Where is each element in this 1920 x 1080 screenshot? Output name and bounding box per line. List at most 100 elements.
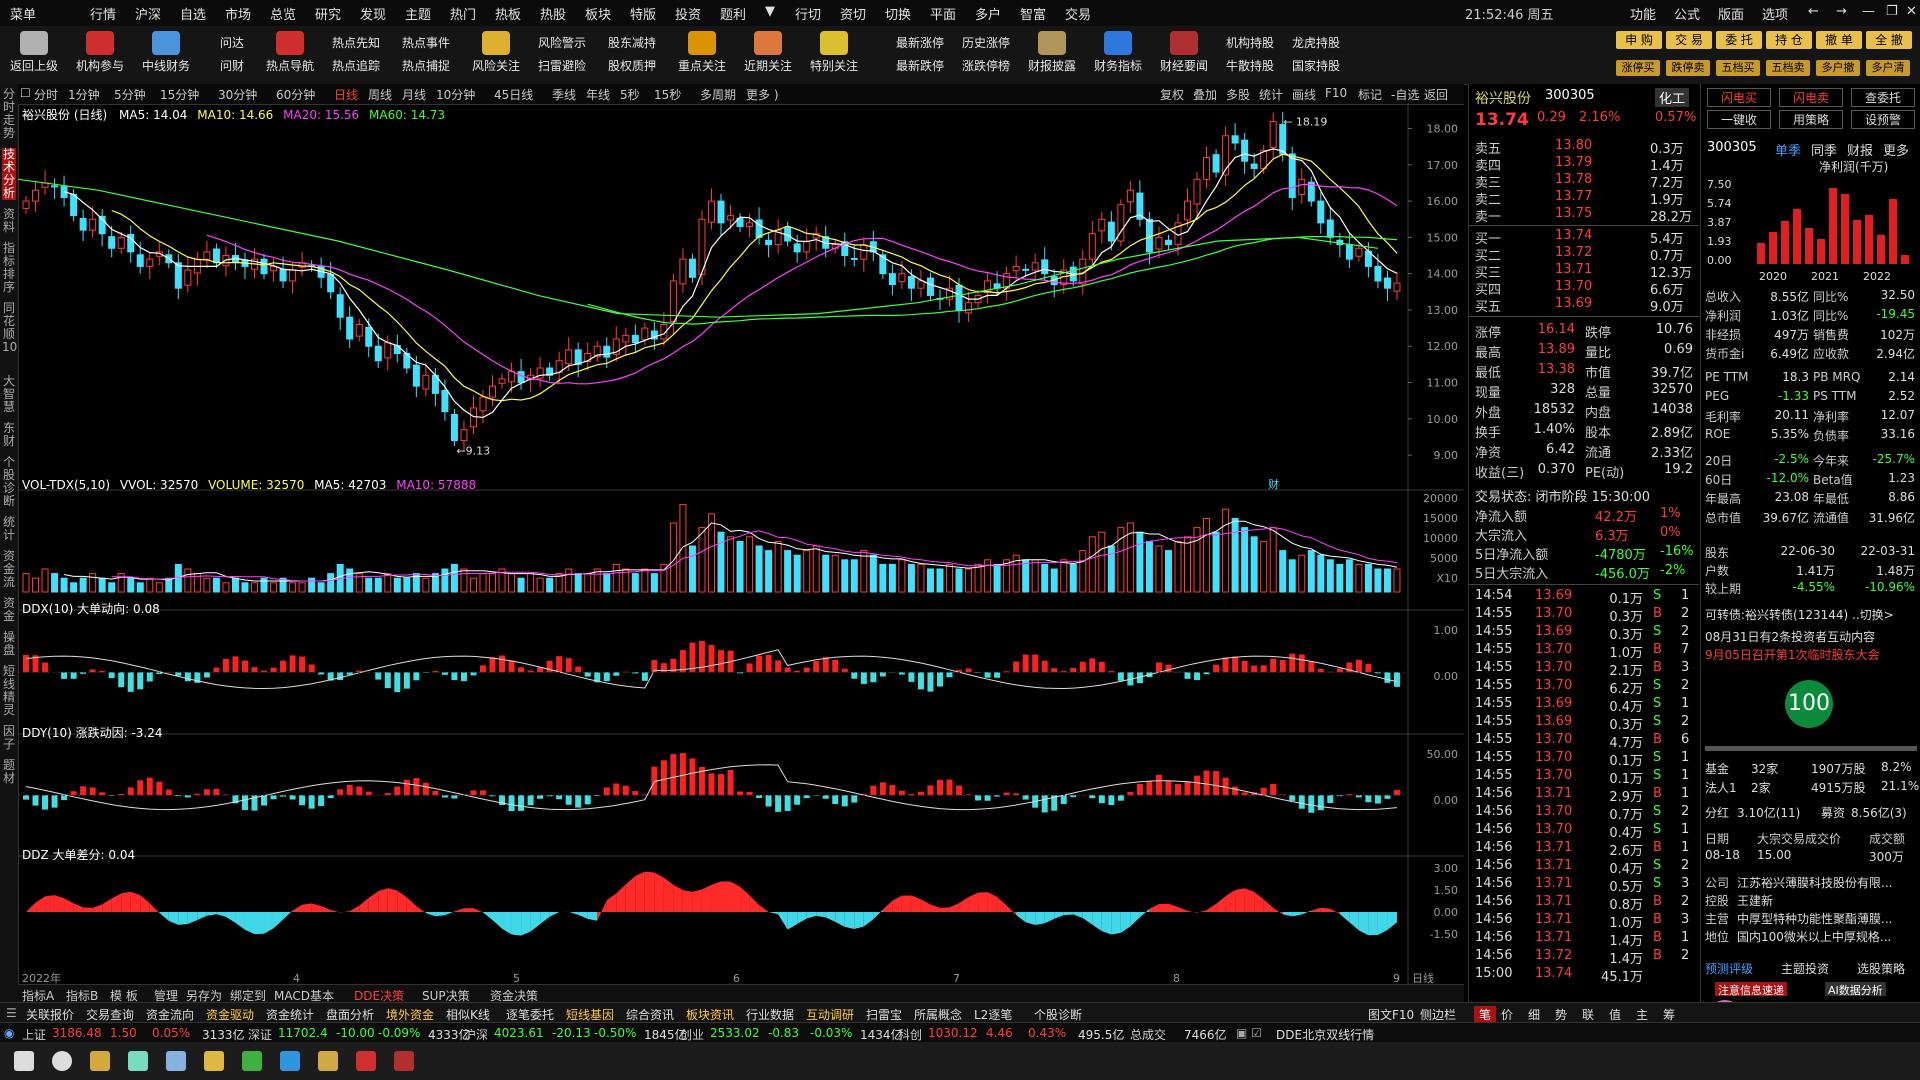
toolbar-button[interactable]: 返回上级: [4, 28, 64, 82]
menu-item[interactable]: 行情: [90, 4, 116, 23]
toolbar-button[interactable]: 最新涨停 最新跌停: [890, 28, 950, 82]
period-checkbox-icon[interactable]: ☐: [20, 86, 31, 100]
back-icon[interactable]: ←: [1808, 4, 1819, 19]
trade-button[interactable]: 撤 单: [1816, 31, 1862, 49]
menu-item[interactable]: 智富: [1020, 4, 1046, 23]
period-tab[interactable]: 45日线: [494, 86, 533, 103]
trade-button[interactable]: 全 撤: [1866, 31, 1912, 49]
toolbar-button[interactable]: 机构持股 牛散持股: [1220, 28, 1280, 82]
menu-item[interactable]: 行切: [795, 4, 821, 23]
trade-button[interactable]: 持 仓: [1766, 31, 1812, 49]
left-tab[interactable]: 东财: [2, 422, 16, 448]
menu-item[interactable]: 板块: [585, 4, 611, 23]
quick-trade-button[interactable]: 多户撤: [1816, 60, 1860, 76]
chart-tool[interactable]: 标记: [1358, 86, 1382, 103]
action-button[interactable]: 查委托: [1851, 88, 1915, 107]
menu-right-item[interactable]: 功能: [1630, 4, 1656, 23]
side-function-tab[interactable]: 笔: [1474, 1006, 1497, 1023]
restore-icon[interactable]: ❐: [1886, 4, 1898, 19]
menu-item[interactable]: 主题: [405, 4, 431, 23]
menu-item[interactable]: 热股: [540, 4, 566, 23]
function-tab[interactable]: 资金流向: [146, 1006, 194, 1023]
penguin-icon[interactable]: [204, 1051, 224, 1071]
close-icon[interactable]: ✕: [1906, 4, 1917, 19]
quick-trade-button[interactable]: 五档买: [1716, 60, 1760, 76]
period-tab[interactable]: 5分钟: [114, 86, 146, 103]
side-function-tab[interactable]: 势: [1555, 1006, 1567, 1023]
windows-start-icon[interactable]: [14, 1051, 34, 1071]
telegram-icon[interactable]: [280, 1051, 300, 1071]
period-tab[interactable]: 日线: [334, 86, 358, 103]
chart-tool[interactable]: 多股: [1226, 86, 1250, 103]
left-tab[interactable]: 指标排序: [2, 242, 16, 294]
side-function-tab[interactable]: 筹: [1663, 1006, 1675, 1023]
menu-right-item[interactable]: 公式: [1674, 4, 1700, 23]
minimize-icon[interactable]: —: [1862, 4, 1875, 19]
info-bottom-tab[interactable]: 主题投资: [1781, 960, 1829, 977]
quick-trade-button[interactable]: 五档卖: [1766, 60, 1810, 76]
finance-tab[interactable]: 更多: [1883, 140, 1909, 159]
left-tab[interactable]: 统计: [2, 516, 16, 542]
menu-right-item[interactable]: 选项: [1762, 4, 1788, 23]
left-tab[interactable]: 个股诊断: [2, 456, 16, 508]
function-tab[interactable]: 板块资讯: [686, 1006, 734, 1023]
action-button[interactable]: 闪电买: [1707, 88, 1771, 107]
toolbar-button[interactable]: 特别关注: [804, 28, 864, 82]
period-tab[interactable]: 月线: [402, 86, 426, 103]
quick-trade-button[interactable]: 跌停卖: [1666, 60, 1710, 76]
function-tab[interactable]: 扫雷宝: [866, 1006, 902, 1023]
finance-tab[interactable]: 单季: [1775, 140, 1801, 159]
toolbar-button[interactable]: 龙虎持股 国家持股: [1286, 28, 1346, 82]
left-tab[interactable]: 同花顺10: [2, 302, 17, 354]
function-tab[interactable]: L2逐笔: [974, 1006, 1012, 1023]
toolbar-button[interactable]: 财经要闻: [1154, 28, 1214, 82]
left-tab[interactable]: 大智慧: [2, 375, 16, 414]
toolbar-button[interactable]: 中线财务: [136, 28, 196, 82]
menu-item[interactable]: 交易: [1065, 4, 1091, 23]
news-item[interactable]: 08月31日有2条投资者互动内容: [1705, 628, 1875, 645]
toolbar-button[interactable]: 历史涨停 涨跌停榜: [956, 28, 1016, 82]
period-tab[interactable]: 15秒: [654, 86, 681, 103]
side-function-tab[interactable]: 联: [1582, 1006, 1594, 1023]
kline-chart-svg[interactable]: 18.00 17.00 16.00 15.00 14.00 13.00 12.00 11.00…: [18, 104, 1464, 984]
chart-tool[interactable]: 复权: [1160, 86, 1184, 103]
function-tab[interactable]: 盘面分析: [326, 1006, 374, 1023]
toolbar-button[interactable]: 近期关注: [738, 28, 798, 82]
chart-tool[interactable]: 画线: [1292, 86, 1316, 103]
left-tab[interactable]: 资金: [2, 597, 16, 623]
chart-tool[interactable]: 叠加: [1193, 86, 1217, 103]
toolbar-button[interactable]: 风险警示 扫雷避险: [532, 28, 592, 82]
trade-button[interactable]: 委 托: [1716, 31, 1762, 49]
toolbar-button[interactable]: 财报披露: [1022, 28, 1082, 82]
search-icon[interactable]: [52, 1051, 72, 1071]
period-tab[interactable]: 多周期: [700, 86, 736, 103]
period-tab[interactable]: 30分钟: [218, 86, 257, 103]
chart-tool[interactable]: 统计: [1259, 86, 1283, 103]
left-tab[interactable]: 分时走势: [2, 88, 16, 140]
menu-item[interactable]: 多户: [975, 4, 1001, 23]
toolbar-button[interactable]: 热点事件 热点捕捉: [396, 28, 456, 82]
function-tab[interactable]: 短线基因: [566, 1006, 614, 1023]
menu-item[interactable]: 发现: [360, 4, 386, 23]
menu-item[interactable]: 投资: [675, 4, 701, 23]
side-function-tab[interactable]: 细: [1528, 1006, 1540, 1023]
action-button[interactable]: 设预警: [1851, 110, 1915, 129]
function-tab[interactable]: 境外资金: [386, 1006, 434, 1023]
period-tab[interactable]: 季线: [552, 86, 576, 103]
folder-icon[interactable]: [318, 1051, 338, 1071]
convertible-bond[interactable]: 可转债:裕兴转债(123144) ..切换>: [1705, 606, 1894, 623]
function-tab[interactable]: 交易查询: [86, 1006, 134, 1023]
toolbar-button[interactable]: 风险关注: [466, 28, 526, 82]
period-tab[interactable]: 10分钟: [436, 86, 475, 103]
left-tab[interactable]: 资料: [2, 208, 16, 234]
info-bottom-tab[interactable]: 选股策略: [1857, 960, 1905, 977]
side-function-tab[interactable]: 图文F10: [1368, 1006, 1414, 1023]
function-tab[interactable]: 互动调研: [806, 1006, 854, 1023]
toolbar-button[interactable]: 股东减持 股权质押: [602, 28, 662, 82]
menu-item[interactable]: 平面: [930, 4, 956, 23]
menu-item[interactable]: 资切: [840, 4, 866, 23]
left-tab[interactable]: 短线精灵: [2, 665, 16, 717]
mail-icon[interactable]: [166, 1051, 186, 1071]
period-tab[interactable]: 年线: [586, 86, 610, 103]
toolbar-button[interactable]: 热点导航: [260, 28, 320, 82]
